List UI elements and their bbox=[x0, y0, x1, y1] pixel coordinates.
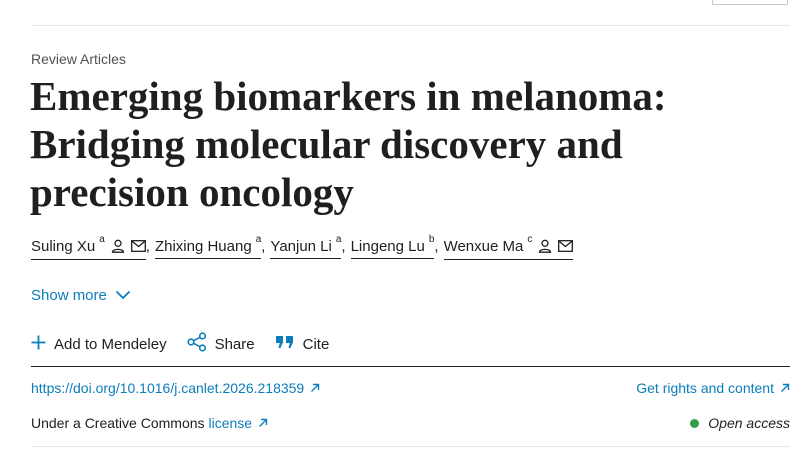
author-name: Yanjun Li bbox=[270, 238, 332, 255]
author-zhixing-huang[interactable]: Zhixing Huang a bbox=[154, 234, 262, 259]
quote-icon bbox=[275, 334, 295, 354]
chevron-down-icon bbox=[115, 287, 131, 304]
external-link-icon bbox=[258, 415, 268, 431]
cite-button[interactable]: Cite bbox=[275, 334, 330, 354]
author-affiliation: a bbox=[99, 234, 105, 245]
article-actions: Add to Mendeley Share Cite bbox=[31, 332, 349, 356]
author-affiliation: c bbox=[527, 234, 533, 245]
external-link-icon bbox=[780, 380, 790, 396]
external-link-icon bbox=[310, 380, 320, 396]
plus-icon bbox=[31, 335, 46, 354]
author-affiliation: a bbox=[255, 234, 262, 245]
share-icon bbox=[186, 332, 207, 356]
actions-divider bbox=[31, 366, 790, 367]
author-separator: , bbox=[145, 238, 150, 255]
author-lingeng-lu[interactable]: Lingeng Lu b bbox=[350, 234, 435, 259]
show-more-button[interactable]: Show more bbox=[31, 287, 131, 304]
license-prefix: Under a Creative Commons bbox=[31, 415, 205, 431]
license-link[interactable]: license bbox=[209, 415, 269, 431]
add-to-mendeley-button[interactable]: Add to Mendeley bbox=[31, 335, 167, 354]
doi-link[interactable]: https://doi.org/10.1016/j.canlet.2026.21… bbox=[31, 380, 320, 396]
author-separator: , bbox=[434, 238, 439, 255]
mail-icon bbox=[558, 239, 574, 256]
article-type: Review Articles bbox=[31, 51, 126, 67]
author-name: Lingeng Lu bbox=[350, 238, 425, 255]
license-link-text: license bbox=[208, 415, 253, 431]
author-affiliation: a bbox=[335, 234, 342, 245]
cite-label: Cite bbox=[302, 335, 330, 353]
share-label: Share bbox=[214, 335, 255, 353]
person-icon bbox=[538, 239, 552, 257]
author-name: Suling Xu bbox=[31, 238, 96, 255]
mail-icon bbox=[130, 239, 146, 256]
status-dot-icon bbox=[690, 418, 700, 428]
show-more-label: Show more bbox=[31, 287, 107, 304]
author-name: Wenxue Ma bbox=[443, 238, 524, 255]
add-to-mendeley-label: Add to Mendeley bbox=[54, 335, 167, 353]
article-title: Emerging biomarkers in melanoma: Bridgin… bbox=[30, 73, 667, 215]
rights-and-content-link[interactable]: Get rights and content bbox=[636, 380, 790, 396]
person-icon bbox=[111, 239, 125, 257]
author-yanjun-li[interactable]: Yanjun Li a bbox=[270, 234, 342, 259]
top-control-edge bbox=[712, 0, 788, 5]
open-access-label: Open access bbox=[708, 415, 790, 431]
license-statement: Under a Creative Commons license bbox=[31, 415, 268, 431]
bottom-divider bbox=[31, 446, 790, 447]
author-separator: , bbox=[341, 238, 346, 255]
doi-link-text: https://doi.org/10.1016/j.canlet.2026.21… bbox=[31, 380, 305, 396]
author-affiliation: b bbox=[428, 234, 435, 245]
open-access-badge: Open access bbox=[690, 415, 790, 431]
share-button[interactable]: Share bbox=[186, 332, 255, 356]
author-list: Suling Xu a , Zhixing Huang a , Yanjun L… bbox=[31, 234, 574, 264]
author-separator: , bbox=[261, 238, 266, 255]
author-suling-xu[interactable]: Suling Xu a bbox=[31, 234, 146, 260]
top-divider bbox=[31, 25, 790, 26]
author-name: Zhixing Huang bbox=[154, 238, 252, 255]
author-wenxue-ma[interactable]: Wenxue Ma c bbox=[443, 234, 574, 260]
rights-link-text: Get rights and content bbox=[636, 380, 774, 396]
